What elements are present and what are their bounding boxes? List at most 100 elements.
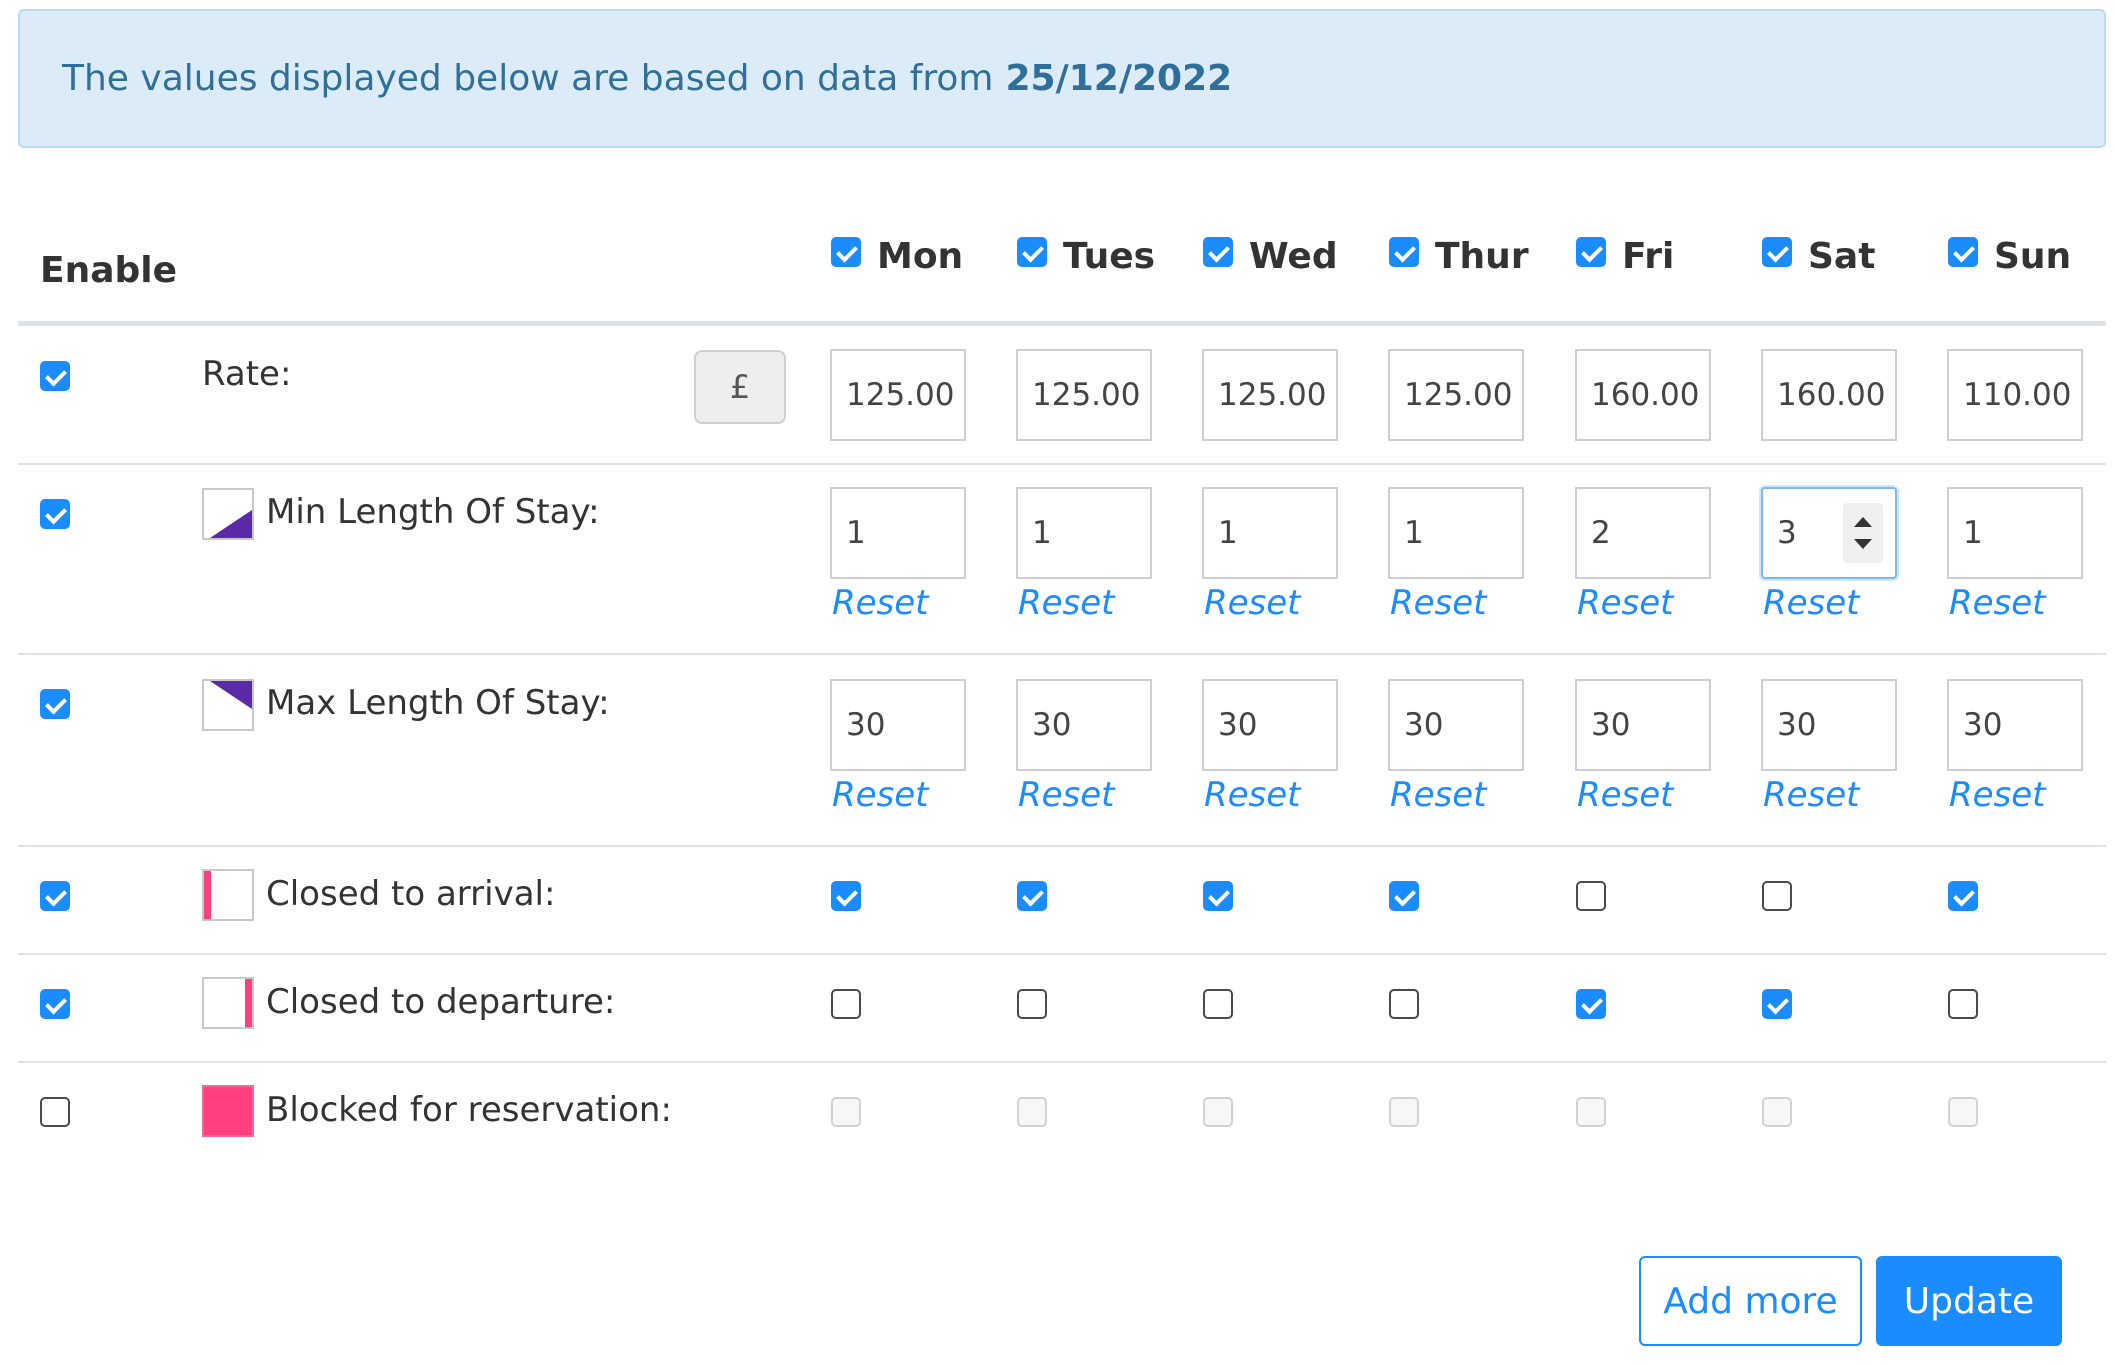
- min-stay-spinner-sat[interactable]: [1843, 503, 1883, 563]
- day-checkbox-sun[interactable]: [1948, 237, 1978, 267]
- min-stay-reset-link-thur[interactable]: Reset: [1390, 583, 1487, 623]
- closed-departure-checkbox-tues[interactable]: [1017, 989, 1047, 1019]
- closed-arrival-legend-icon: [202, 869, 254, 921]
- min-stay-input-wed[interactable]: [1202, 487, 1338, 579]
- closed-departure-checkbox-sun[interactable]: [1948, 989, 1978, 1019]
- blocked-label: Blocked for reservation:: [266, 1090, 672, 1130]
- day-checkbox-wed[interactable]: [1203, 237, 1233, 267]
- max-stay-enable-checkbox[interactable]: [40, 689, 70, 719]
- min-stay-reset-link-fri[interactable]: Reset: [1577, 583, 1674, 623]
- day-label-mon: Mon: [877, 236, 964, 277]
- min-stay-input-sun[interactable]: [1947, 487, 2083, 579]
- max-stay-input-mon[interactable]: [830, 679, 966, 771]
- closed-departure-label: Closed to departure:: [266, 982, 616, 1022]
- closed-arrival-checkbox-sat[interactable]: [1762, 881, 1792, 911]
- row-divider: [18, 463, 2106, 465]
- closed-departure-checkbox-mon[interactable]: [831, 989, 861, 1019]
- day-label-thur: Thur: [1435, 236, 1529, 277]
- day-checkbox-thur[interactable]: [1389, 237, 1419, 267]
- banner-date: 25/12/2022: [1005, 58, 1233, 99]
- day-checkbox-tues[interactable]: [1017, 237, 1047, 267]
- min-stay-input-thur[interactable]: [1388, 487, 1524, 579]
- currency-addon: £: [694, 350, 786, 424]
- blocked-checkbox-thur: [1389, 1097, 1419, 1127]
- rate-input-thur[interactable]: [1388, 349, 1524, 441]
- closed-arrival-checkbox-fri[interactable]: [1576, 881, 1606, 911]
- blocked-checkbox-wed: [1203, 1097, 1233, 1127]
- max-stay-input-sun[interactable]: [1947, 679, 2083, 771]
- blocked-checkbox-mon: [831, 1097, 861, 1127]
- max-stay-reset-link-mon[interactable]: Reset: [832, 775, 929, 815]
- rate-label: Rate:: [202, 354, 292, 394]
- blocked-checkbox-fri: [1576, 1097, 1606, 1127]
- blocked-checkbox-sat: [1762, 1097, 1792, 1127]
- day-label-fri: Fri: [1622, 236, 1675, 277]
- max-stay-input-fri[interactable]: [1575, 679, 1711, 771]
- spinner-down-icon[interactable]: [1854, 539, 1872, 549]
- rate-enable-checkbox[interactable]: [40, 361, 70, 391]
- spinner-up-icon[interactable]: [1854, 517, 1872, 527]
- closed-departure-enable-checkbox[interactable]: [40, 989, 70, 1019]
- row-divider: [18, 653, 2106, 655]
- closed-departure-legend-icon: [202, 977, 254, 1029]
- add-more-button[interactable]: Add more: [1639, 1256, 1862, 1346]
- row-divider: [18, 845, 2106, 847]
- max-stay-label: Max Length Of Stay:: [266, 683, 610, 723]
- min-stay-reset-link-tues[interactable]: Reset: [1018, 583, 1115, 623]
- day-label-wed: Wed: [1249, 236, 1338, 277]
- min-stay-enable-checkbox[interactable]: [40, 499, 70, 529]
- closed-departure-checkbox-wed[interactable]: [1203, 989, 1233, 1019]
- max-stay-reset-link-wed[interactable]: Reset: [1204, 775, 1301, 815]
- header-divider: [18, 321, 2106, 326]
- day-checkbox-mon[interactable]: [831, 237, 861, 267]
- min-stay-reset-link-wed[interactable]: Reset: [1204, 583, 1301, 623]
- min-stay-input-tues[interactable]: [1016, 487, 1152, 579]
- day-checkbox-fri[interactable]: [1576, 237, 1606, 267]
- closed-arrival-checkbox-thur[interactable]: [1389, 881, 1419, 911]
- currency-symbol: £: [729, 368, 751, 406]
- max-stay-input-wed[interactable]: [1202, 679, 1338, 771]
- day-label-tues: Tues: [1063, 236, 1156, 277]
- closed-departure-checkbox-sat[interactable]: [1762, 989, 1792, 1019]
- closed-arrival-checkbox-tues[interactable]: [1017, 881, 1047, 911]
- blocked-checkbox-sun: [1948, 1097, 1978, 1127]
- rate-input-mon[interactable]: [830, 349, 966, 441]
- blocked-legend-icon: [202, 1085, 254, 1137]
- rate-input-fri[interactable]: [1575, 349, 1711, 441]
- closed-arrival-label: Closed to arrival:: [266, 874, 556, 914]
- blocked-enable-checkbox[interactable]: [40, 1097, 70, 1127]
- closed-arrival-checkbox-wed[interactable]: [1203, 881, 1233, 911]
- day-label-sun: Sun: [1994, 236, 2072, 277]
- rate-input-sun[interactable]: [1947, 349, 2083, 441]
- blocked-checkbox-tues: [1017, 1097, 1047, 1127]
- closed-departure-checkbox-fri[interactable]: [1576, 989, 1606, 1019]
- enable-column-heading: Enable: [40, 250, 178, 291]
- closed-departure-checkbox-thur[interactable]: [1389, 989, 1419, 1019]
- max-stay-reset-link-thur[interactable]: Reset: [1390, 775, 1487, 815]
- min-stay-reset-link-mon[interactable]: Reset: [832, 583, 929, 623]
- min-stay-input-mon[interactable]: [830, 487, 966, 579]
- day-checkbox-sat[interactable]: [1762, 237, 1792, 267]
- closed-arrival-enable-checkbox[interactable]: [40, 881, 70, 911]
- min-stay-label: Min Length Of Stay:: [266, 492, 600, 532]
- min-stay-input-fri[interactable]: [1575, 487, 1711, 579]
- max-stay-reset-link-sun[interactable]: Reset: [1949, 775, 2046, 815]
- update-button[interactable]: Update: [1876, 1256, 2062, 1346]
- closed-arrival-checkbox-mon[interactable]: [831, 881, 861, 911]
- closed-arrival-checkbox-sun[interactable]: [1948, 881, 1978, 911]
- rate-input-sat[interactable]: [1761, 349, 1897, 441]
- max-stay-input-tues[interactable]: [1016, 679, 1152, 771]
- max-stay-reset-link-fri[interactable]: Reset: [1577, 775, 1674, 815]
- rate-input-tues[interactable]: [1016, 349, 1152, 441]
- max-stay-input-thur[interactable]: [1388, 679, 1524, 771]
- min-stay-legend-icon: [202, 488, 254, 540]
- info-banner: The values displayed below are based on …: [18, 9, 2106, 148]
- day-label-sat: Sat: [1808, 236, 1876, 277]
- min-stay-reset-link-sat[interactable]: Reset: [1763, 583, 1860, 623]
- min-stay-reset-link-sun[interactable]: Reset: [1949, 583, 2046, 623]
- max-stay-reset-link-tues[interactable]: Reset: [1018, 775, 1115, 815]
- max-stay-reset-link-sat[interactable]: Reset: [1763, 775, 1860, 815]
- max-stay-input-sat[interactable]: [1761, 679, 1897, 771]
- banner-text: The values displayed below are based on …: [62, 58, 994, 99]
- rate-input-wed[interactable]: [1202, 349, 1338, 441]
